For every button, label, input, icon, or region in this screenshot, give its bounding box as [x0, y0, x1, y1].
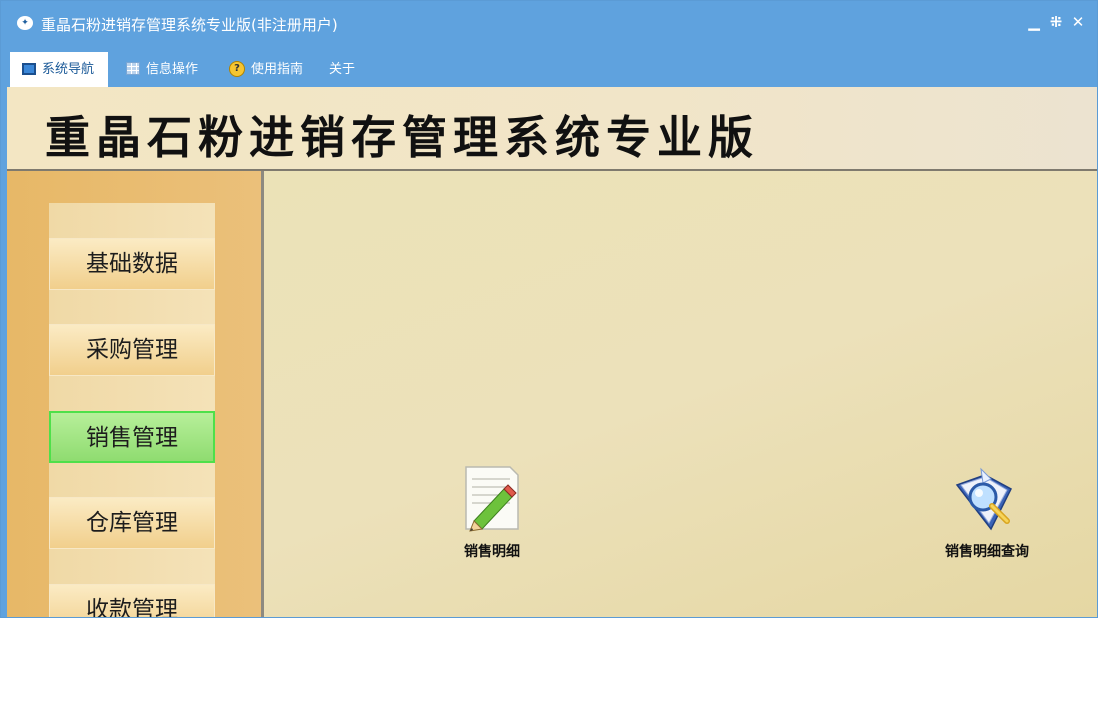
minimize-icon[interactable]: ▁	[1025, 13, 1043, 31]
sales-detail-query-button[interactable]: 销售明细查询	[927, 463, 1047, 561]
tab-user-guide-label: 使用指南	[251, 62, 304, 77]
app-window: ✦ 重晶石粉进销存管理系统专业版(非注册用户) ▁ ⁜ ✕ 系统导航 信息操作 …	[0, 0, 1098, 618]
sidebar-item-receivables[interactable]: 收款管理	[49, 584, 215, 617]
monitor-icon	[22, 62, 36, 75]
sidebar: 基础数据 采购管理 销售管理 仓库管理 收款管理	[7, 171, 264, 617]
tab-info-ops-label: 信息操作	[146, 62, 199, 77]
restore-icon[interactable]: ⁜	[1047, 13, 1065, 31]
tab-about-label: 关于	[329, 62, 356, 77]
main-panel: 销售明细 销售明细查询	[264, 171, 1097, 617]
tab-system-nav-label: 系统导航	[42, 62, 95, 77]
tab-about[interactable]: 关于	[329, 52, 355, 87]
window-title: 重晶石粉进销存管理系统专业版(非注册用户)	[41, 16, 338, 34]
tab-info-ops[interactable]: 信息操作	[126, 52, 198, 87]
close-icon[interactable]: ✕	[1069, 13, 1087, 31]
tab-user-guide[interactable]: ? 使用指南	[229, 52, 303, 87]
tab-system-nav[interactable]: 系统导航	[10, 52, 108, 87]
content-area: 重晶石粉进销存管理系统专业版 基础数据 采购管理 销售管理 仓库管理 收款管理	[7, 87, 1097, 617]
help-icon: ?	[229, 60, 245, 77]
title-bar[interactable]: ✦ 重晶石粉进销存管理系统专业版(非注册用户) ▁ ⁜ ✕	[1, 1, 1097, 47]
menu-bar: 系统导航 信息操作 ? 使用指南 关于	[1, 47, 1097, 87]
sidebar-item-warehouse[interactable]: 仓库管理	[49, 497, 215, 549]
magnifier-book-icon	[955, 467, 1012, 531]
sidebar-item-purchase[interactable]: 采购管理	[49, 324, 215, 376]
grid-icon	[126, 62, 140, 75]
app-logo-icon: ✦	[17, 16, 33, 30]
pencil-document-icon	[465, 466, 519, 532]
sidebar-item-sales[interactable]: 销售管理	[49, 411, 215, 463]
sidebar-item-basic-data[interactable]: 基础数据	[49, 238, 215, 290]
sales-detail-label: 销售明细	[464, 544, 520, 560]
banner-title: 重晶石粉进销存管理系统专业版	[45, 111, 760, 164]
banner: 重晶石粉进销存管理系统专业版	[7, 87, 1097, 171]
sales-detail-button[interactable]: 销售明细	[432, 465, 552, 561]
sales-detail-query-label: 销售明细查询	[945, 544, 1029, 560]
